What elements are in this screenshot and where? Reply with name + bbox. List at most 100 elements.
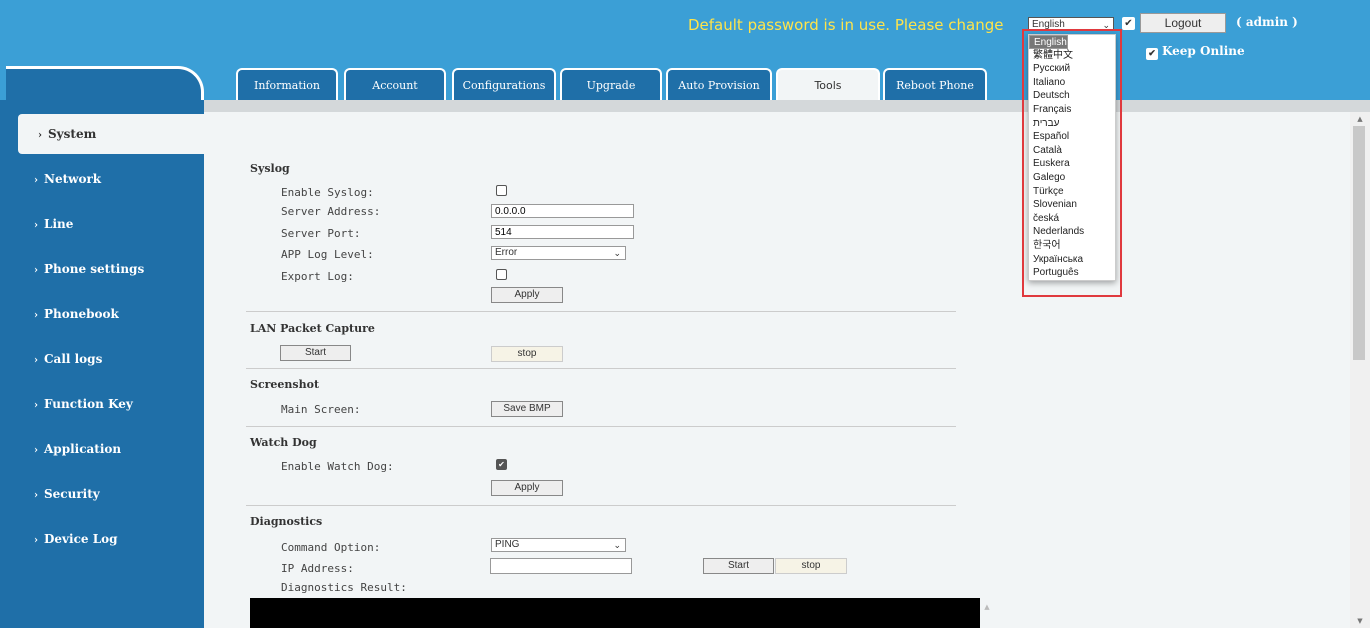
language-option[interactable]: Euskera [1029,157,1115,171]
chevron-right-icon: › [34,490,38,501]
language-option[interactable]: česká [1029,212,1115,226]
language-option[interactable]: Galego [1029,171,1115,185]
sidebar-item-function-key[interactable]: › Function Key [0,384,204,424]
language-option[interactable]: English [1029,35,1068,49]
scroll-down-icon[interactable]: ▼ [1350,614,1370,628]
tab-divider-band [204,100,1370,112]
language-option[interactable]: Deutsch [1029,89,1115,103]
server-address-input[interactable] [491,204,634,218]
screenshot-title: Screenshot [250,378,320,391]
server-port-input[interactable] [491,225,634,239]
section-divider [246,426,956,427]
chevron-down-icon: ⌄ [613,248,621,258]
sidebar-item-device-log[interactable]: › Device Log [0,519,204,559]
sidebar-item-system[interactable]: › System [18,114,204,154]
language-dropdown-list: English 中文 繁體中文 Русский Italiano Deutsch… [1028,34,1116,281]
chevron-right-icon: › [34,355,38,366]
tab-upgrade[interactable]: Upgrade [560,68,662,100]
sidebar-item-application[interactable]: › Application [0,429,204,469]
export-log-label: Export Log: [281,270,354,283]
lan-capture-start-button[interactable]: Start [280,345,351,361]
language-option[interactable]: Nederlands [1029,225,1115,239]
language-option[interactable]: Português [1029,266,1115,280]
sidebar-item-network[interactable]: › Network [0,159,204,199]
lan-capture-title: LAN Packet Capture [250,322,375,335]
language-option[interactable]: Русский [1029,62,1115,76]
diagnostics-title: Diagnostics [250,515,323,528]
keep-online[interactable]: ✔ Keep Online [1146,44,1245,60]
sidebar-item-phonebook[interactable]: › Phonebook [0,294,204,334]
tab-information[interactable]: Information [236,68,338,100]
lan-capture-stop-button[interactable]: stop [491,346,563,362]
language-option[interactable]: Català [1029,144,1115,158]
app-log-level-value: Error [495,247,518,258]
enable-watchdog-checkbox[interactable]: ✔ [496,459,507,470]
tab-configurations[interactable]: Configurations [452,68,556,100]
watchdog-apply-button[interactable]: Apply [491,480,563,496]
language-option[interactable]: עברית [1029,117,1115,131]
ip-address-label: IP Address: [281,562,354,575]
scroll-up-icon[interactable]: ▲ [1350,112,1370,126]
save-bmp-button[interactable]: Save BMP [491,401,563,417]
header-checkbox[interactable]: ✔ [1122,17,1135,30]
command-option-select[interactable]: PING ⌄ [491,538,626,552]
chevron-right-icon: › [34,445,38,456]
keep-online-checkbox[interactable]: ✔ [1146,48,1158,60]
app-log-level-select[interactable]: Error ⌄ [491,246,626,260]
diagnostics-result-area[interactable] [250,598,980,628]
command-option-label: Command Option: [281,541,381,554]
tab-reboot-phone[interactable]: Reboot Phone [883,68,987,100]
language-select[interactable]: English ⌄ [1028,17,1114,31]
command-option-value: PING [495,539,520,550]
ip-address-input[interactable] [490,558,632,574]
chevron-right-icon: › [34,175,38,186]
scroll-up-icon[interactable]: ▲ [980,598,994,628]
logout-button[interactable]: Logout [1140,13,1226,33]
section-divider [246,368,956,369]
enable-watchdog-label: Enable Watch Dog: [281,460,394,473]
diagnostics-result-label: Diagnostics Result: [281,581,407,594]
section-divider [246,505,956,506]
server-address-label: Server Address: [281,205,381,218]
tab-tools[interactable]: Tools [776,68,880,100]
enable-syslog-checkbox[interactable] [496,185,507,196]
language-option[interactable]: Slovenian [1029,198,1115,212]
chevron-right-icon: › [34,310,38,321]
language-option[interactable]: Italiano [1029,76,1115,90]
watchdog-title: Watch Dog [250,436,317,449]
syslog-title: Syslog [250,162,290,175]
chevron-right-icon: › [34,265,38,276]
language-option[interactable]: Français [1029,103,1115,117]
language-option[interactable]: Українська [1029,253,1115,267]
keep-online-label: Keep Online [1162,44,1245,58]
server-port-label: Server Port: [281,227,361,240]
chevron-right-icon: › [34,535,38,546]
language-option[interactable]: Español [1029,130,1115,144]
diagnostics-start-button[interactable]: Start [703,558,774,574]
page-scrollbar[interactable]: ▲ ▼ [1350,112,1370,628]
language-option[interactable]: 한국어 [1029,239,1115,253]
language-option[interactable]: Türkçe [1029,185,1115,199]
tab-account[interactable]: Account [344,68,446,100]
language-option[interactable]: 繁體中文 [1029,49,1115,63]
chevron-right-icon: › [34,220,38,231]
scrollbar-thumb[interactable] [1353,126,1365,360]
chevron-down-icon: ⌄ [1102,20,1110,30]
chevron-right-icon: › [34,400,38,411]
export-log-checkbox[interactable] [496,269,507,280]
diagnostics-stop-button[interactable]: stop [775,558,847,574]
sidebar-item-line[interactable]: › Line [0,204,204,244]
section-divider [246,311,956,312]
sidebar-item-security[interactable]: › Security [0,474,204,514]
tab-auto-provision[interactable]: Auto Provision [666,68,772,100]
sidebar-item-phone-settings[interactable]: › Phone settings [0,249,204,289]
user-label: ( admin ) [1236,15,1298,29]
sidebar-item-call-logs[interactable]: › Call logs [0,339,204,379]
app-log-level-label: APP Log Level: [281,248,374,261]
default-password-notice: Default password is in use. Please chang… [688,16,1004,34]
chevron-down-icon: ⌄ [613,540,621,550]
sidebar-top-curve [6,66,204,100]
syslog-apply-button[interactable]: Apply [491,287,563,303]
enable-syslog-label: Enable Syslog: [281,186,374,199]
chevron-right-icon: › [38,130,42,141]
